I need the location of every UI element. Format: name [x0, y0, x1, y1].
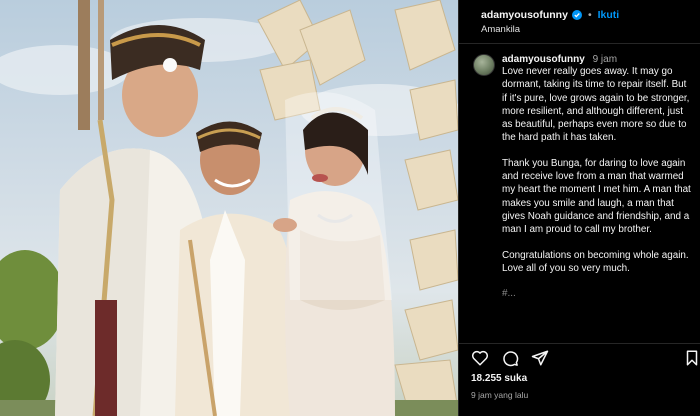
separator-dot: • — [587, 9, 592, 21]
post-side-panel: adamyousofunny • Ikuti Amankila adamyous… — [458, 0, 700, 416]
author-username[interactable]: adamyousofunny — [481, 9, 568, 21]
post-actions — [459, 343, 700, 371]
caption-paragraph: Love never really goes away. It may go d… — [502, 66, 690, 144]
bookmark-icon[interactable] — [683, 349, 700, 367]
post-photo[interactable] — [0, 0, 458, 416]
caption-paragraph: Congratulations on becoming whole again.… — [502, 249, 689, 274]
caption-paragraph: Thank you Bunga, for daring to love agai… — [502, 157, 691, 236]
likes-count[interactable]: 18.255 suka — [471, 373, 527, 384]
heart-icon[interactable] — [471, 349, 489, 367]
comment-icon[interactable] — [501, 349, 519, 367]
verified-badge-icon — [571, 10, 582, 20]
follow-button[interactable]: Ikuti — [598, 9, 620, 21]
caption-hashtag-line[interactable]: #... — [502, 287, 693, 300]
avatar[interactable] — [473, 54, 495, 76]
caption-time: 9 jam — [592, 54, 618, 65]
wedding-photo-illustration — [0, 0, 458, 416]
caption-username[interactable]: adamyousofunny — [502, 54, 585, 65]
post-timestamp: 9 jam yang lalu — [471, 390, 529, 400]
post-header: adamyousofunny • Ikuti Amankila — [459, 0, 700, 44]
caption-text: Love never really goes away. It may go d… — [502, 65, 693, 300]
post-location[interactable]: Amankila — [481, 24, 700, 35]
send-icon[interactable] — [531, 349, 549, 367]
caption-section: adamyousofunny 9 jam Love never really g… — [459, 46, 700, 343]
